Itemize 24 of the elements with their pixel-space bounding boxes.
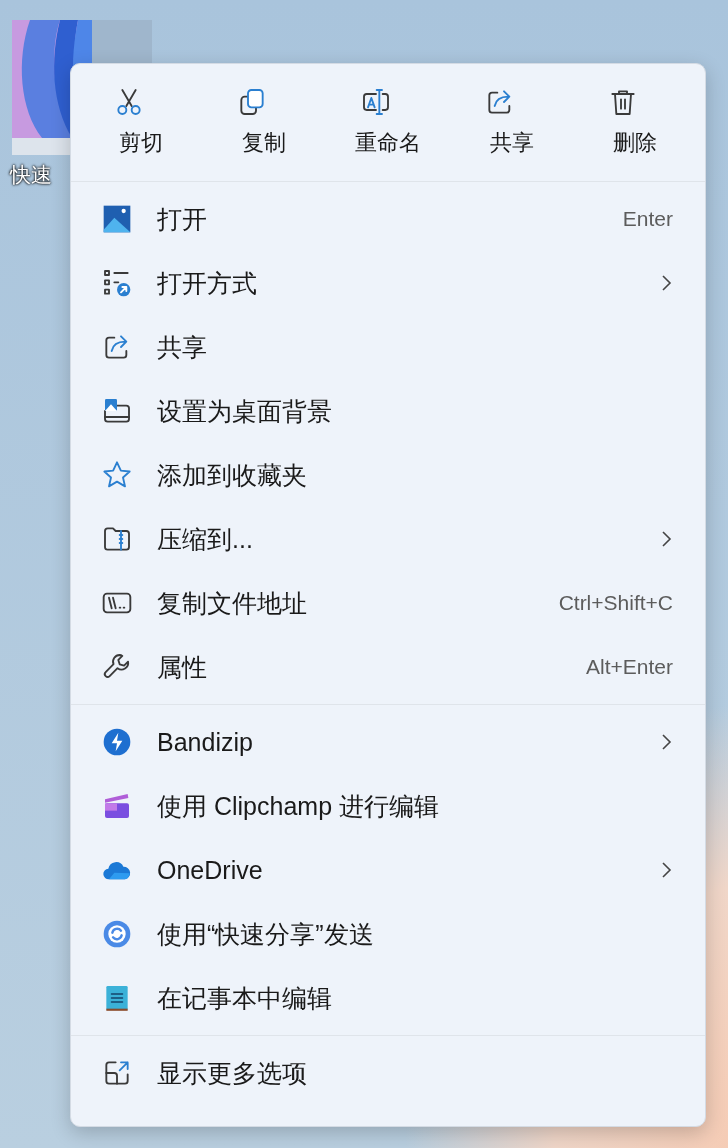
menu-item[interactable]: 使用 Clipchamp 进行编辑 [71, 774, 705, 838]
toolbar-button[interactable]: 剪切 [85, 78, 196, 173]
menu-item[interactable]: 打开方式 [71, 251, 705, 315]
menu-item[interactable]: 设置为桌面背景 [71, 379, 705, 443]
menu-item[interactable]: 共享 [71, 315, 705, 379]
menu-item[interactable]: OneDrive [71, 838, 705, 902]
toolbar-button[interactable]: 复制 [209, 78, 320, 173]
menu-item[interactable]: 压缩到... [71, 507, 705, 571]
menu-item[interactable]: 属性 Alt+Enter [71, 635, 705, 699]
lightning-icon [101, 726, 133, 758]
photos-icon [101, 203, 133, 235]
menu-item[interactable]: Bandizip [71, 710, 705, 774]
menu-item[interactable]: 在记事本中编辑 [71, 966, 705, 1030]
rename-icon [360, 86, 392, 118]
menu-item[interactable]: 显示更多选项 [71, 1041, 705, 1105]
menu-item[interactable]: 打开 Enter [71, 187, 705, 251]
menu-item[interactable]: 复制文件地址 Ctrl+Shift+C [71, 571, 705, 635]
toolbar-button[interactable]: 删除 [580, 78, 691, 173]
sync-circle-icon [101, 918, 133, 950]
toolbar-button[interactable]: 共享 [456, 78, 567, 173]
menu-item[interactable]: 使用“快速分享”发送 [71, 902, 705, 966]
list-arrow-icon [101, 267, 133, 299]
toolbar-button[interactable]: 重命名 [333, 78, 443, 173]
menu-item[interactable]: 添加到收藏夹 [71, 443, 705, 507]
